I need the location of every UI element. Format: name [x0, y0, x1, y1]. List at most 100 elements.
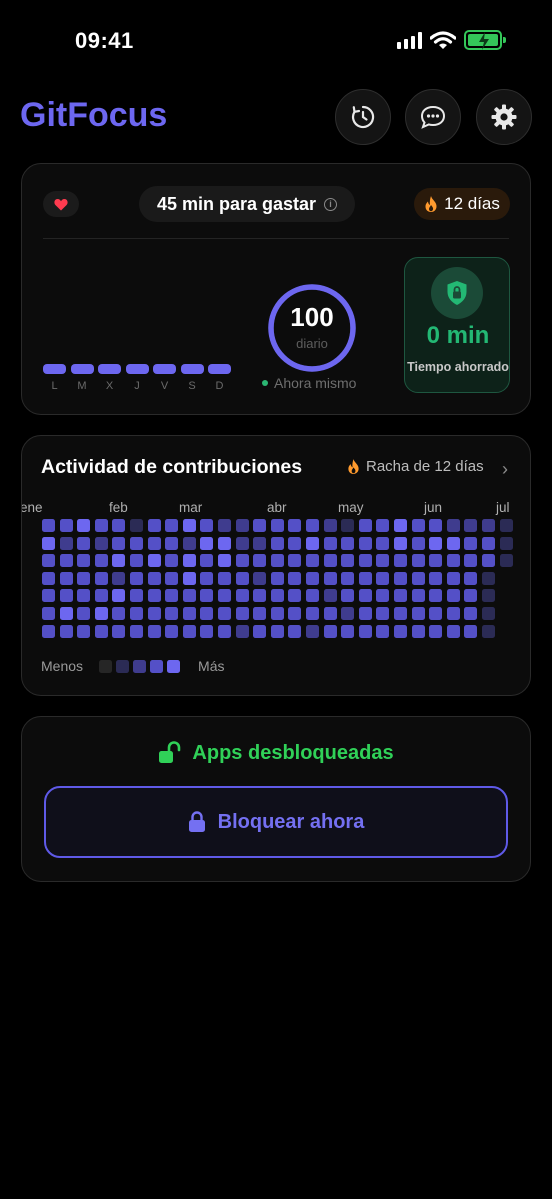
weekday-bar: D [208, 364, 231, 392]
contribution-cell [42, 589, 55, 603]
contribution-cell [411, 554, 425, 568]
contribution-cell [446, 607, 460, 620]
history-button[interactable] [335, 89, 391, 145]
contribution-cell [482, 571, 495, 585]
contribution-cell [358, 624, 372, 638]
contribution-cell [306, 571, 319, 585]
contribution-cell [200, 519, 214, 532]
contribution-cell [218, 536, 231, 550]
score-status-label: Ahora mismo [274, 375, 357, 391]
weekday-label: S [188, 380, 196, 392]
contribution-cell [130, 554, 143, 568]
status-time: 09:41 [75, 28, 134, 53]
contribution-cell [59, 536, 73, 550]
contribution-cell [218, 624, 231, 638]
contribution-cell [94, 589, 108, 603]
contribution-cell [130, 607, 143, 620]
contribution-cell [42, 624, 55, 638]
month-label: ene [22, 500, 43, 515]
contribution-cell [482, 607, 495, 620]
contribution-cell [429, 536, 443, 550]
contribution-cell [130, 624, 143, 638]
contribution-cell [112, 589, 126, 603]
contribution-cell [59, 589, 73, 603]
contribution-cell [59, 554, 73, 568]
health-pill[interactable] [43, 191, 79, 217]
contribution-cell [482, 624, 495, 638]
month-label: may [338, 500, 364, 515]
contribution-cell [59, 607, 73, 620]
contribution-cell [376, 589, 390, 603]
contribution-cell [182, 519, 196, 532]
cellular-signal-icon [397, 31, 422, 49]
contribution-cell [394, 624, 407, 638]
contribution-cell [253, 571, 267, 585]
legend-swatch [133, 659, 147, 673]
contribution-cell [482, 536, 495, 550]
weekday-bar: M [70, 364, 94, 392]
contribution-cell [429, 624, 443, 638]
weekday-bar: L [43, 364, 66, 392]
contribution-cell [464, 624, 478, 638]
contribution-cell [358, 554, 372, 568]
contribution-cell [394, 554, 407, 568]
activity-streak[interactable]: Racha de 12 días [347, 458, 484, 475]
chat-button[interactable] [405, 89, 461, 145]
contribution-cell [42, 607, 55, 620]
weekday-label: D [215, 380, 224, 392]
contribution-cell [464, 571, 478, 585]
lock-now-button[interactable]: Bloquear ahora [44, 786, 508, 858]
contribution-cell [358, 519, 372, 532]
contribution-cell [200, 554, 214, 568]
contribution-cell [323, 519, 337, 532]
time-saved-value: 0 min [426, 322, 490, 349]
legend-swatch [99, 659, 113, 673]
time-budget-label: 45 min para gastar [156, 193, 317, 214]
contribution-cell [341, 571, 355, 585]
streak-label: 12 días [444, 194, 500, 213]
time-saved-box[interactable]: 0 min Tiempo ahorrado [404, 257, 510, 393]
contribution-cell [200, 571, 214, 585]
month-label: jul [496, 500, 510, 515]
contribution-cell [147, 571, 161, 585]
activity-card[interactable]: Actividad de contribuciones Racha de 12 … [21, 435, 531, 696]
contribution-cell [147, 624, 161, 638]
contribution-cell [411, 571, 425, 585]
weekday-label: M [77, 380, 87, 392]
status-bar: 09:41 [0, 0, 552, 80]
unlocked-padlock-icon [159, 741, 181, 763]
time-budget-pill[interactable]: 45 min para gastar i [139, 186, 355, 222]
time-saved-label: Tiempo ahorrado [407, 360, 509, 374]
chat-icon [420, 105, 446, 129]
settings-button[interactable] [476, 89, 532, 145]
flame-icon [348, 459, 359, 474]
month-label: mar [179, 500, 203, 515]
daily-score-value: 100 [290, 302, 334, 332]
contribution-cell [323, 571, 337, 585]
activity-streak-label: Racha de 12 días [366, 458, 484, 475]
contribution-cell [112, 571, 126, 585]
contribution-cell [464, 536, 478, 550]
contribution-cell [341, 624, 355, 638]
contribution-cell [200, 607, 214, 620]
contribution-cell [130, 571, 143, 585]
unlock-status-label: Apps desbloqueadas [192, 741, 394, 764]
contribution-cell [376, 536, 390, 550]
contribution-cell [235, 607, 249, 620]
info-icon: i [324, 197, 338, 211]
contribution-cell [429, 519, 443, 532]
live-dot-icon [262, 380, 268, 386]
daily-score-caption: diario [296, 336, 328, 351]
contribution-cell [130, 536, 143, 550]
contribution-cell [270, 589, 284, 603]
contribution-cell [341, 589, 355, 603]
contribution-cell [42, 536, 55, 550]
weekday-label: J [134, 380, 140, 392]
contribution-cell [165, 536, 179, 550]
contribution-cell [306, 554, 319, 568]
contribution-cell [165, 589, 179, 603]
chevron-right-icon[interactable]: › [502, 459, 508, 480]
streak-pill[interactable]: 12 días [414, 188, 510, 220]
legend-more-label: Más [198, 658, 225, 674]
contribution-cell [147, 519, 161, 532]
